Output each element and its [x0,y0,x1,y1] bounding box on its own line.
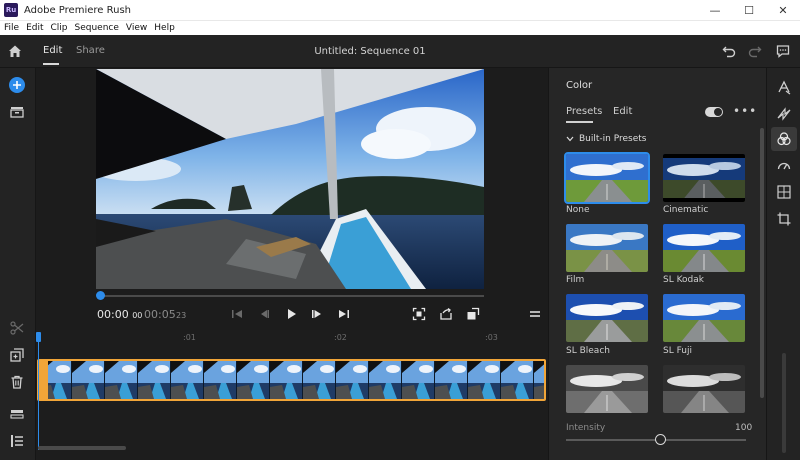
preset-sl-kodak[interactable] [663,224,745,272]
top-nav: Edit Share Untitled: Sequence 01 [0,35,800,68]
intensity-label: Intensity [566,423,606,433]
tab-presets[interactable]: Presets [566,106,602,117]
scrub-head[interactable] [96,291,105,300]
go-to-end-icon[interactable] [337,307,351,321]
menu-clip[interactable]: Clip [51,23,68,33]
preset-none[interactable] [564,152,650,204]
minimize-button[interactable]: — [698,0,732,20]
window-title: Adobe Premiere Rush [24,4,131,16]
panel-title: Color [566,80,593,91]
redo-icon[interactable] [748,44,762,58]
timeline-scrollbar[interactable] [38,446,126,450]
window-controls: — ☐ ✕ [698,0,800,20]
preset-label: None [566,205,590,215]
preset-sl-bleach[interactable] [566,294,648,342]
speed-icon[interactable] [776,158,792,174]
add-media-icon[interactable] [9,77,25,93]
delete-icon[interactable] [9,374,25,390]
intensity-slider-knob[interactable] [655,434,666,445]
app-window: Ru Adobe Premiere Rush — ☐ ✕ File Edit C… [0,0,800,460]
preset-label: SL Bleach [566,346,610,356]
duplicate-icon[interactable] [9,347,25,363]
total-frames: 23 [176,311,187,320]
audio-icon[interactable] [776,184,792,200]
ruler-mark: :01 [183,333,196,342]
preset-sl-fuji[interactable] [663,294,745,342]
menu-view[interactable]: View [126,23,147,33]
title-icon[interactable] [776,80,792,96]
playhead-line [38,340,39,450]
clip-thumbnails [39,361,544,399]
chevron-down-icon[interactable] [566,136,574,142]
menu-bar: File Edit Clip Sequence View Help [0,20,800,35]
video-clip[interactable] [37,359,546,401]
panel-toggle-icon[interactable] [528,307,542,321]
fit-screen-icon[interactable] [412,307,426,321]
panel-scrollbar[interactable] [760,128,764,398]
export-frame-icon[interactable] [439,307,453,321]
title-bar: Ru Adobe Premiere Rush — ☐ ✕ [0,0,800,20]
intensity-value[interactable]: 100 [735,423,752,433]
preset-label: Film [566,275,585,285]
preset-film[interactable] [566,224,648,272]
clip-trim-handle[interactable] [39,361,48,399]
ruler-mark: :02 [334,333,347,342]
scrub-bar[interactable] [100,295,484,297]
media-icon[interactable] [9,104,25,120]
preset-bw-1[interactable] [566,365,648,413]
close-button[interactable]: ✕ [766,0,800,20]
transitions-icon[interactable] [776,106,792,122]
menu-edit[interactable]: Edit [26,23,43,33]
transform-icon[interactable] [776,211,792,227]
preset-bw-2[interactable] [663,365,745,413]
right-rail-scrollbar[interactable] [782,353,786,453]
program-monitor: 00:00 00 00:05 23 [36,68,548,330]
step-back-icon[interactable] [257,307,271,321]
menu-help[interactable]: Help [154,23,175,33]
section-heading[interactable]: Built-in Presets [579,134,646,144]
preset-label: SL Fuji [663,346,692,356]
more-options-icon[interactable]: ••• [733,105,757,117]
comment-icon[interactable] [776,44,790,58]
split-icon[interactable] [9,320,25,336]
menu-file[interactable]: File [4,23,19,33]
current-timecode: 00:00 00 [97,308,143,321]
left-toolbar [0,68,36,460]
preset-cinematic[interactable] [663,154,745,202]
tab-color-edit[interactable]: Edit [613,106,632,117]
toggle-knob [714,108,722,116]
step-forward-icon[interactable] [310,307,324,321]
aspect-ratio-icon[interactable] [466,307,480,321]
list-icon[interactable] [9,433,25,449]
maximize-button[interactable]: ☐ [732,0,766,20]
app-logo-icon: Ru [4,3,18,17]
ruler-mark: :03 [485,333,498,342]
timeline[interactable]: :01 :02 :03 [36,330,548,460]
go-to-start-icon[interactable] [230,307,244,321]
active-tab-indicator [43,63,59,65]
preset-label: SL Kodak [663,275,704,285]
video-frame[interactable] [96,69,484,289]
color-panel: Color Presets Edit ••• Built-in Presets … [548,68,766,460]
total-timecode: 00:05 [144,308,176,321]
undo-icon[interactable] [722,44,736,58]
color-icon[interactable] [776,131,792,147]
color-enable-toggle[interactable] [705,107,723,117]
tracks-icon[interactable] [9,406,25,422]
document-title: Untitled: Sequence 01 [314,46,426,57]
preset-label: Cinematic [663,205,709,215]
right-toolbar [766,68,800,460]
active-panel-tab-indicator [566,121,593,123]
menu-sequence[interactable]: Sequence [75,23,119,33]
play-icon[interactable] [284,307,298,321]
